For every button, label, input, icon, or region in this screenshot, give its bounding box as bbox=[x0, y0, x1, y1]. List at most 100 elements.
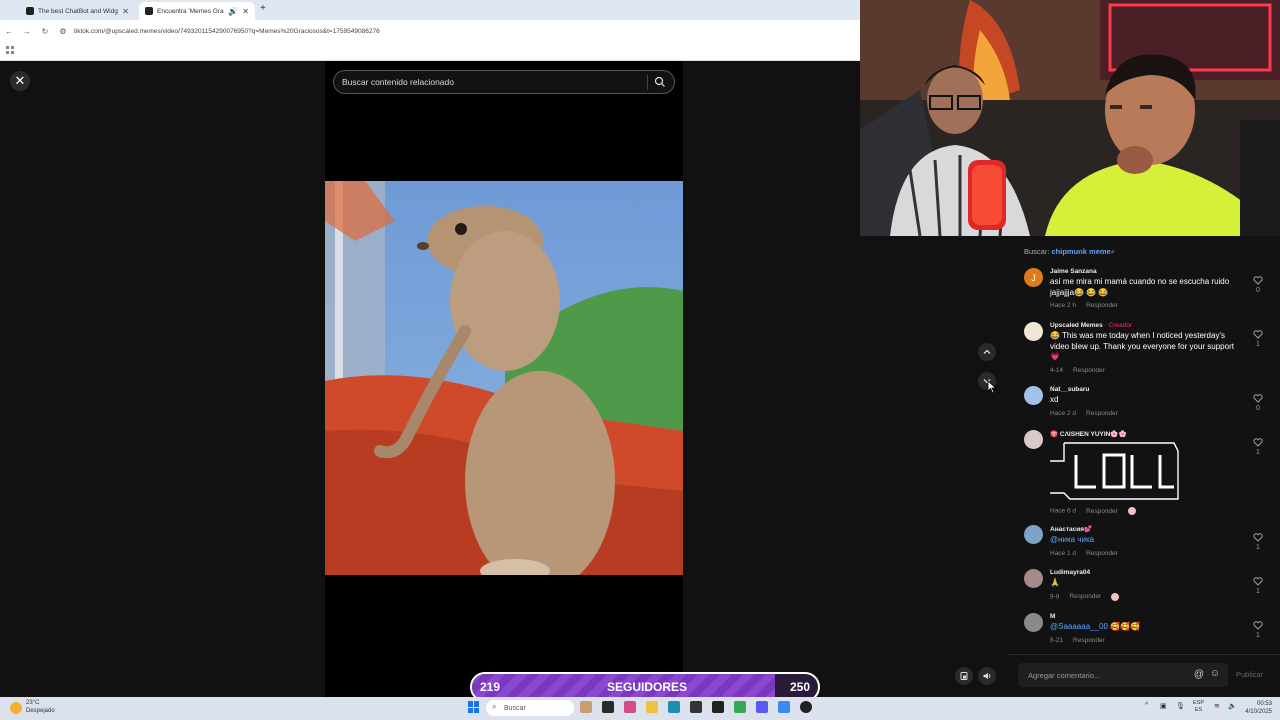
site-info-icon[interactable]: ⚙ bbox=[54, 27, 72, 36]
like-count: 1 bbox=[1256, 341, 1260, 348]
miniplayer-button[interactable] bbox=[955, 667, 973, 685]
like-button[interactable]: 1 bbox=[1252, 438, 1264, 456]
bookmarks-bar bbox=[0, 42, 860, 61]
back-icon[interactable]: ← bbox=[0, 27, 18, 36]
clock[interactable]: 00:53 4/10/2025 bbox=[1245, 700, 1272, 716]
comment-input[interactable]: Agregar comentario... @ ☺ bbox=[1018, 663, 1228, 687]
tray-app-icon[interactable]: ▣ bbox=[1160, 702, 1167, 710]
creator-liked-avatar-icon bbox=[1127, 507, 1136, 515]
obs-icon[interactable] bbox=[800, 701, 812, 713]
emoji-icon[interactable]: ☺ bbox=[1210, 668, 1220, 679]
wifi-icon[interactable]: ≋ bbox=[1214, 702, 1220, 710]
avatar[interactable] bbox=[1024, 613, 1043, 632]
task-view-icon[interactable] bbox=[602, 701, 614, 713]
microphone-icon[interactable]: 🎙 bbox=[1176, 702, 1185, 710]
reply-button[interactable]: Responder bbox=[1086, 410, 1118, 417]
store-icon[interactable] bbox=[690, 701, 702, 713]
reply-button[interactable]: Responder bbox=[1086, 508, 1118, 515]
weather-widget[interactable]: 23°C Despejado bbox=[10, 700, 55, 715]
comment-user[interactable]: Nat__subaru bbox=[1050, 386, 1246, 393]
heart-icon bbox=[1253, 276, 1263, 285]
taskbar-search-label: Buscar bbox=[504, 704, 526, 712]
comment-time: Hace 6 d bbox=[1050, 507, 1077, 515]
clock-date: 4/10/2025 bbox=[1245, 709, 1272, 715]
apps-grid-icon[interactable] bbox=[6, 46, 14, 54]
reply-button[interactable]: Responder bbox=[1073, 637, 1105, 644]
edge-icon[interactable] bbox=[668, 701, 680, 713]
tray-chevron-icon[interactable]: ^ bbox=[1145, 702, 1148, 709]
speaker-icon[interactable]: 🔊 bbox=[228, 7, 238, 16]
video-frame[interactable] bbox=[325, 181, 683, 575]
tiktok-favicon-icon bbox=[145, 7, 153, 15]
prairie-dog-video-image bbox=[325, 181, 683, 575]
publish-button[interactable]: Publicar bbox=[1236, 670, 1263, 679]
previous-video-button[interactable] bbox=[978, 343, 996, 361]
language-indicator[interactable]: ESP ES bbox=[1193, 700, 1204, 714]
file-explorer-icon[interactable] bbox=[646, 701, 658, 713]
volume-button[interactable] bbox=[978, 667, 996, 685]
taskbar-search[interactable]: ⌕ Buscar bbox=[486, 700, 574, 716]
related-search-input[interactable]: Buscar contenido relacionado bbox=[333, 70, 675, 94]
comment-mention[interactable]: @Saaaaaa__00 bbox=[1050, 622, 1108, 631]
comment-mention[interactable]: @ника чика bbox=[1050, 535, 1094, 544]
avatar[interactable] bbox=[1024, 386, 1043, 405]
mention-icon[interactable]: @ bbox=[1194, 669, 1204, 680]
url-field[interactable]: tiktok.com/@upscaled.memes/video/7493201… bbox=[74, 28, 380, 35]
windows-taskbar: 23°C Despejado ⌕ Buscar ^ ▣ 🎙 ESP ES ≋ 🔈 0… bbox=[0, 697, 1280, 720]
related-search-link[interactable]: Buscar: chipmunk meme⌕ bbox=[1024, 247, 1115, 257]
follower-label: SEGUIDORES bbox=[606, 680, 687, 694]
comment-user[interactable]: Upscaled Memes · Creador bbox=[1050, 322, 1246, 329]
comment-username[interactable]: Upscaled Memes bbox=[1050, 322, 1103, 329]
comment-user[interactable]: M bbox=[1050, 613, 1246, 620]
search-icon[interactable] bbox=[654, 76, 666, 88]
reload-icon[interactable]: ↻ bbox=[36, 27, 54, 36]
avatar[interactable]: J bbox=[1024, 268, 1043, 287]
reply-button[interactable]: Responder bbox=[1073, 367, 1105, 374]
like-button[interactable]: 1 bbox=[1252, 577, 1264, 595]
comments-panel: Buscar: chipmunk meme⌕ J Jaime Sanzana a… bbox=[1008, 236, 1280, 697]
app-icon[interactable] bbox=[778, 701, 790, 713]
search-prefix: Buscar: bbox=[1024, 247, 1052, 256]
reply-button[interactable]: Responder bbox=[1086, 302, 1118, 309]
like-button[interactable]: 1 bbox=[1252, 533, 1264, 551]
taskbar-app-icon[interactable] bbox=[580, 701, 592, 713]
search-term[interactable]: chipmunk meme bbox=[1052, 247, 1111, 256]
like-button[interactable]: 0 bbox=[1252, 394, 1264, 412]
volume-icon[interactable]: 🔈 bbox=[1228, 702, 1237, 710]
copilot-icon[interactable] bbox=[624, 701, 636, 713]
avatar[interactable] bbox=[1024, 569, 1043, 588]
like-count: 0 bbox=[1256, 405, 1260, 412]
forward-icon[interactable]: → bbox=[18, 27, 36, 36]
like-button[interactable]: 1 bbox=[1252, 621, 1264, 639]
like-button[interactable]: 1 bbox=[1252, 330, 1264, 348]
avatar[interactable] bbox=[1024, 525, 1043, 544]
windows-start-icon[interactable] bbox=[468, 701, 480, 713]
comment-user[interactable]: Jaime Sanzana bbox=[1050, 268, 1246, 275]
avatar[interactable] bbox=[1024, 322, 1043, 341]
like-button[interactable]: 0 bbox=[1252, 276, 1264, 294]
chrome-icon[interactable] bbox=[734, 701, 746, 713]
tab-close-icon[interactable]: ✕ bbox=[122, 7, 129, 16]
comment-user[interactable]: Анастасия💕 bbox=[1050, 525, 1246, 533]
ascii-art-sticker bbox=[1050, 442, 1179, 500]
heart-icon bbox=[1253, 438, 1263, 447]
address-bar: ← → ↻ ⚙ tiktok.com/@upscaled.memes/video… bbox=[0, 20, 860, 42]
new-tab-icon[interactable]: + bbox=[260, 3, 266, 14]
external-search-icon: ⌕ bbox=[1110, 247, 1115, 256]
reply-button[interactable]: Responder bbox=[1086, 550, 1118, 557]
close-icon[interactable]: ✕ bbox=[10, 71, 30, 91]
comment-time: Hace 2 d bbox=[1050, 409, 1077, 417]
terminal-icon[interactable] bbox=[712, 701, 724, 713]
comment-user[interactable]: Ludimayra04 bbox=[1050, 569, 1246, 576]
weather-sun-icon bbox=[10, 701, 22, 714]
comment-user[interactable]: ♈ CΛISHEN YUYIN🌸🌸 bbox=[1050, 430, 1246, 438]
reply-button[interactable]: Responder bbox=[1069, 593, 1101, 600]
comment-text: xd bbox=[1050, 395, 1059, 404]
divider bbox=[1008, 654, 1280, 655]
tab-close-icon[interactable]: ✕ bbox=[242, 7, 249, 16]
avatar[interactable] bbox=[1024, 430, 1043, 449]
tab-title: The best ChatBot and Widgets bbox=[38, 7, 119, 15]
discord-icon[interactable] bbox=[756, 701, 768, 713]
tab-chatbot[interactable]: The best ChatBot and Widgets ✕ bbox=[20, 2, 135, 20]
tab-tiktok[interactable]: Encuentra 'Memes Graciosos' 🔊 ✕ bbox=[139, 2, 255, 20]
